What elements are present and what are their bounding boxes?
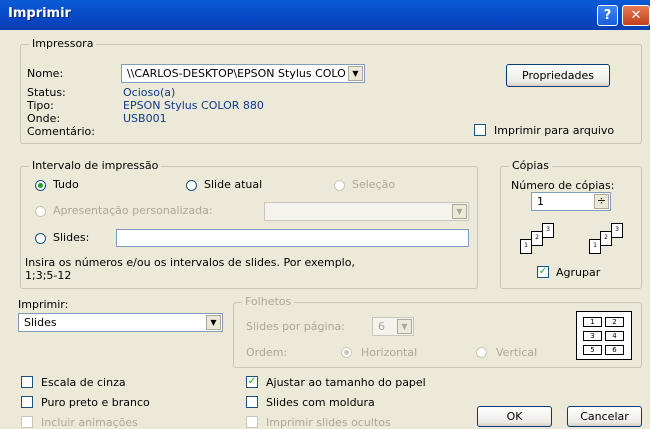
printer-name-label: Nome: <box>27 67 64 80</box>
copies-legend: Cópias <box>509 159 552 172</box>
pure-bw-checkbox[interactable] <box>21 396 33 408</box>
cancel-button[interactable]: Cancelar <box>567 406 642 427</box>
collate-label: Agrupar <box>556 266 601 279</box>
print-hidden-checkbox[interactable] <box>246 416 258 428</box>
print-to-file-label: Imprimir para arquivo <box>494 124 615 137</box>
fit-to-paper-checkbox[interactable]: ✓ <box>246 376 258 388</box>
help-icon[interactable]: ? <box>597 5 618 26</box>
page-icon: 1 <box>589 239 601 254</box>
preview-cell: 6 <box>605 345 624 355</box>
preview-cell: 2 <box>605 317 624 327</box>
print-what-select[interactable]: Slides ▼ <box>18 313 223 332</box>
range-slides-label: Slides: <box>53 231 90 244</box>
printer-where-value: USB001 <box>123 112 167 125</box>
print-hidden-label: Imprimir slides ocultos <box>266 416 391 429</box>
range-hint: Insira os números e/ou os intervalos de … <box>25 256 355 269</box>
collate-checkbox[interactable]: ✓ <box>537 266 549 278</box>
range-current-radio[interactable] <box>186 180 197 191</box>
per-page-value: 6 <box>378 320 385 333</box>
range-selection-radio[interactable] <box>334 180 345 191</box>
range-custom-radio[interactable] <box>35 206 46 217</box>
print-what-label: Imprimir: <box>18 298 69 311</box>
pure-bw-label: Puro preto e branco <box>41 396 150 409</box>
printer-where-label: Onde: <box>27 112 61 125</box>
include-animations-checkbox[interactable] <box>21 416 33 428</box>
printer-comment-label: Comentário: <box>27 125 95 138</box>
order-vertical-label: Vertical <box>496 346 538 359</box>
custom-show-select[interactable]: ▼ <box>264 202 469 221</box>
printer-type-value: EPSON Stylus COLOR 880 <box>123 99 264 112</box>
range-selection-label: Seleção <box>352 178 396 191</box>
properties-button[interactable]: Propriedades <box>506 64 610 87</box>
handout-preview-icon: 1 2 3 4 5 6 <box>576 311 632 360</box>
order-label: Ordem: <box>246 346 288 359</box>
fit-to-paper-label: Ajustar ao tamanho do papel <box>266 376 426 389</box>
printer-name-select[interactable]: \\CARLOS-DESKTOP\EPSON Stylus COLOR 88 ▼ <box>121 64 365 83</box>
slides-input[interactable] <box>116 229 469 247</box>
chevron-down-icon[interactable]: ▼ <box>397 319 412 334</box>
print-to-file-checkbox[interactable] <box>474 124 486 136</box>
copies-count-value: 1 <box>537 195 544 208</box>
preview-cell: 1 <box>583 317 602 327</box>
page-icon: 1 <box>520 239 532 254</box>
range-custom-label: Apresentação personalizada: <box>53 204 213 217</box>
page-icon: 3 <box>611 223 623 238</box>
handouts-legend: Folhetos <box>242 295 295 308</box>
preview-cell: 3 <box>583 331 602 341</box>
close-icon[interactable]: ✕ <box>622 5 650 26</box>
range-all-radio[interactable] <box>35 180 46 191</box>
printer-legend: Impressora <box>29 37 97 50</box>
preview-cell: 4 <box>605 331 624 341</box>
page-icon: 2 <box>531 231 543 246</box>
range-hint-example: 1;3;5-12 <box>25 269 72 282</box>
include-animations-label: Incluir animações <box>41 416 138 429</box>
range-legend: Intervalo de impressão <box>29 159 162 172</box>
chevron-down-icon[interactable]: ▼ <box>348 66 363 81</box>
grayscale-checkbox[interactable] <box>21 376 33 388</box>
print-what-value: Slides <box>24 316 57 329</box>
window-title: Imprimir <box>8 6 71 21</box>
cancel-button-label: Cancelar <box>580 410 629 423</box>
printer-status-label: Status: <box>27 86 66 99</box>
chevron-down-icon[interactable]: ▼ <box>452 204 467 219</box>
grayscale-label: Escala de cinza <box>41 376 126 389</box>
printer-name-value: \\CARLOS-DESKTOP\EPSON Stylus COLOR 88 <box>127 67 347 80</box>
frame-slides-label: Slides com moldura <box>266 396 375 409</box>
spinner-icon[interactable]: ÷ <box>594 194 609 209</box>
range-all-label: Tudo <box>53 178 79 191</box>
copies-count-label: Número de cópias: <box>511 179 615 192</box>
printer-status-value: Ocioso(a) <box>123 86 176 99</box>
range-slides-radio[interactable] <box>35 233 46 244</box>
per-page-label: Slides por página: <box>246 320 345 333</box>
chevron-down-icon[interactable]: ▼ <box>206 315 221 330</box>
range-current-label: Slide atual <box>204 178 263 191</box>
order-horizontal-radio[interactable] <box>341 347 352 358</box>
preview-cell: 5 <box>583 345 602 355</box>
ok-button[interactable]: OK <box>477 406 552 427</box>
printer-type-label: Tipo: <box>27 99 54 112</box>
copies-count-input[interactable]: 1 ÷ <box>531 192 611 211</box>
page-icon: 3 <box>542 223 554 238</box>
order-horizontal-label: Horizontal <box>361 346 418 359</box>
ok-button-label: OK <box>506 410 523 423</box>
per-page-select[interactable]: 6 ▼ <box>372 317 414 336</box>
order-vertical-radio[interactable] <box>476 347 487 358</box>
page-icon: 2 <box>600 231 612 246</box>
properties-button-label: Propriedades <box>522 69 594 82</box>
frame-slides-checkbox[interactable] <box>246 396 258 408</box>
title-bar[interactable]: Imprimir ? ✕ <box>0 0 650 30</box>
